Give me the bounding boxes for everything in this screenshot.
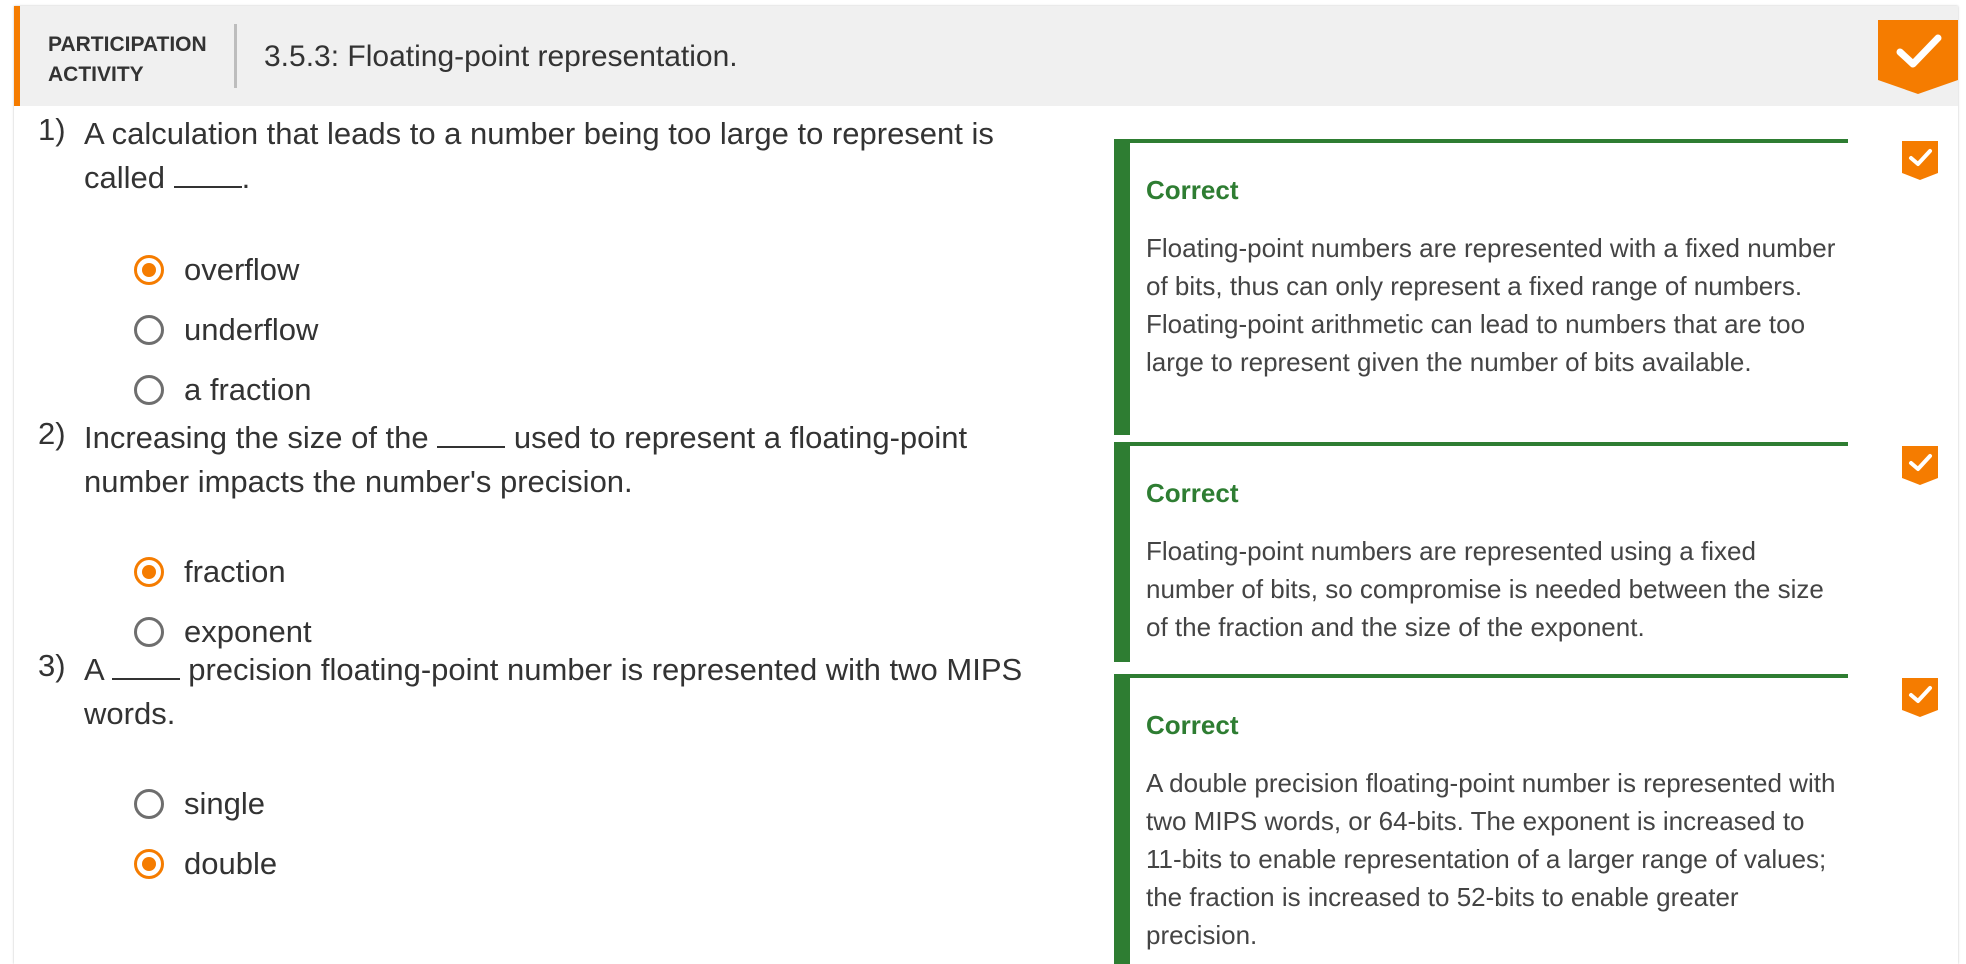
feedback-text: A double precision floating-point number… <box>1146 768 1836 950</box>
blank <box>173 164 242 188</box>
question-1-check-icon <box>1902 141 1938 180</box>
option-overflow[interactable]: overflow <box>134 250 299 290</box>
feedback-text: Floating-point numbers are represented w… <box>1146 233 1836 377</box>
question-number: 3) <box>38 648 66 683</box>
option-label: single <box>184 786 265 821</box>
radio-unselected-icon[interactable] <box>134 315 164 345</box>
question-number: 2) <box>38 416 66 451</box>
activity-title: 3.5.3: Floating-point representation. <box>264 40 738 73</box>
option-exponent[interactable]: exponent <box>134 612 312 652</box>
option-label: a fraction <box>184 372 312 407</box>
option-label: double <box>184 846 278 881</box>
question-text-after: precision floating-point number is repre… <box>84 652 1023 731</box>
question-1: 1) A calculation that leads to a number … <box>38 112 1038 412</box>
blank <box>437 424 506 448</box>
question-number: 1) <box>38 112 66 147</box>
radio-unselected-icon[interactable] <box>134 789 164 819</box>
option-a-fraction[interactable]: a fraction <box>134 370 312 410</box>
question-3: 3) A precision floating-point number is … <box>38 648 1038 898</box>
activity-header: PARTICIPATION ACTIVITY 3.5.3: Floating-p… <box>14 6 1958 106</box>
option-label: overflow <box>184 252 300 287</box>
option-underflow[interactable]: underflow <box>134 310 318 350</box>
activity-complete-check-icon <box>1878 20 1958 94</box>
option-label: fraction <box>184 554 286 589</box>
activity-type-label: PARTICIPATION ACTIVITY <box>48 33 207 86</box>
radio-selected-icon[interactable] <box>134 255 164 285</box>
header-divider <box>234 24 237 88</box>
question-text-after: . <box>241 160 251 195</box>
question-text-before: A <box>84 652 103 687</box>
feedback-panel-3: Correct A double precision floating-poin… <box>1114 674 1848 964</box>
option-single[interactable]: single <box>134 784 265 824</box>
option-label: underflow <box>184 312 319 347</box>
question-3-check-icon <box>1902 678 1938 717</box>
radio-unselected-icon[interactable] <box>134 375 164 405</box>
question-text: Increasing the size of the used to repre… <box>84 416 1044 504</box>
option-double[interactable]: double <box>134 844 277 884</box>
question-text: A calculation that leads to a number bei… <box>84 112 1044 200</box>
feedback-panel-1: Correct Floating-point numbers are repre… <box>1114 139 1848 435</box>
feedback-panel-2: Correct Floating-point numbers are repre… <box>1114 442 1848 662</box>
question-text: A precision floating-point number is rep… <box>84 648 1044 736</box>
option-label: exponent <box>184 614 312 649</box>
feedback-text: Floating-point numbers are represented u… <box>1146 536 1824 642</box>
feedback-title: Correct <box>1146 478 1239 508</box>
blank <box>111 656 180 680</box>
radio-selected-icon[interactable] <box>134 849 164 879</box>
radio-unselected-icon[interactable] <box>134 617 164 647</box>
feedback-title: Correct <box>1146 175 1239 205</box>
question-2: 2) Increasing the size of the used to re… <box>38 416 1038 649</box>
question-2-check-icon <box>1902 446 1938 485</box>
option-fraction[interactable]: fraction <box>134 552 286 592</box>
question-text-before: Increasing the size of the <box>84 420 429 455</box>
radio-selected-icon[interactable] <box>134 557 164 587</box>
feedback-title: Correct <box>1146 710 1239 740</box>
participation-activity: PARTICIPATION ACTIVITY 3.5.3: Floating-p… <box>14 6 1958 964</box>
